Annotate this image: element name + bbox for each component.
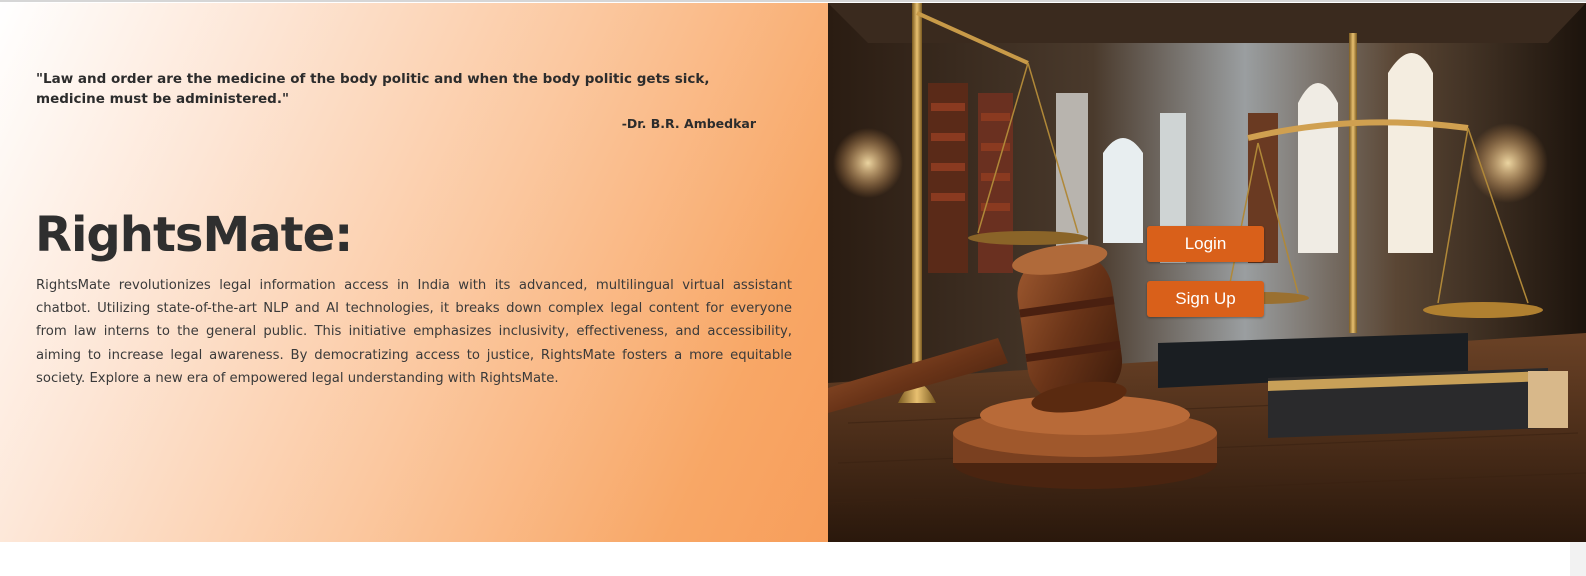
hero-image [828, 3, 1586, 542]
login-button[interactable]: Login [1147, 226, 1264, 262]
quote-author: -Dr. B.R. Ambedkar [621, 116, 756, 131]
hero-quote: "Law and order are the medicine of the b… [36, 71, 710, 107]
top-border [0, 0, 1586, 2]
hero-text-panel: "Law and order are the medicine of the b… [0, 3, 828, 542]
hero-description: RightsMate revolutionizes legal informat… [36, 278, 792, 386]
courtroom-gavel-scales-illustration [828, 3, 1586, 542]
signup-button[interactable]: Sign Up [1147, 281, 1264, 317]
page-title: RightsMate: [35, 207, 353, 263]
scrollbar-corner[interactable] [1570, 542, 1586, 576]
